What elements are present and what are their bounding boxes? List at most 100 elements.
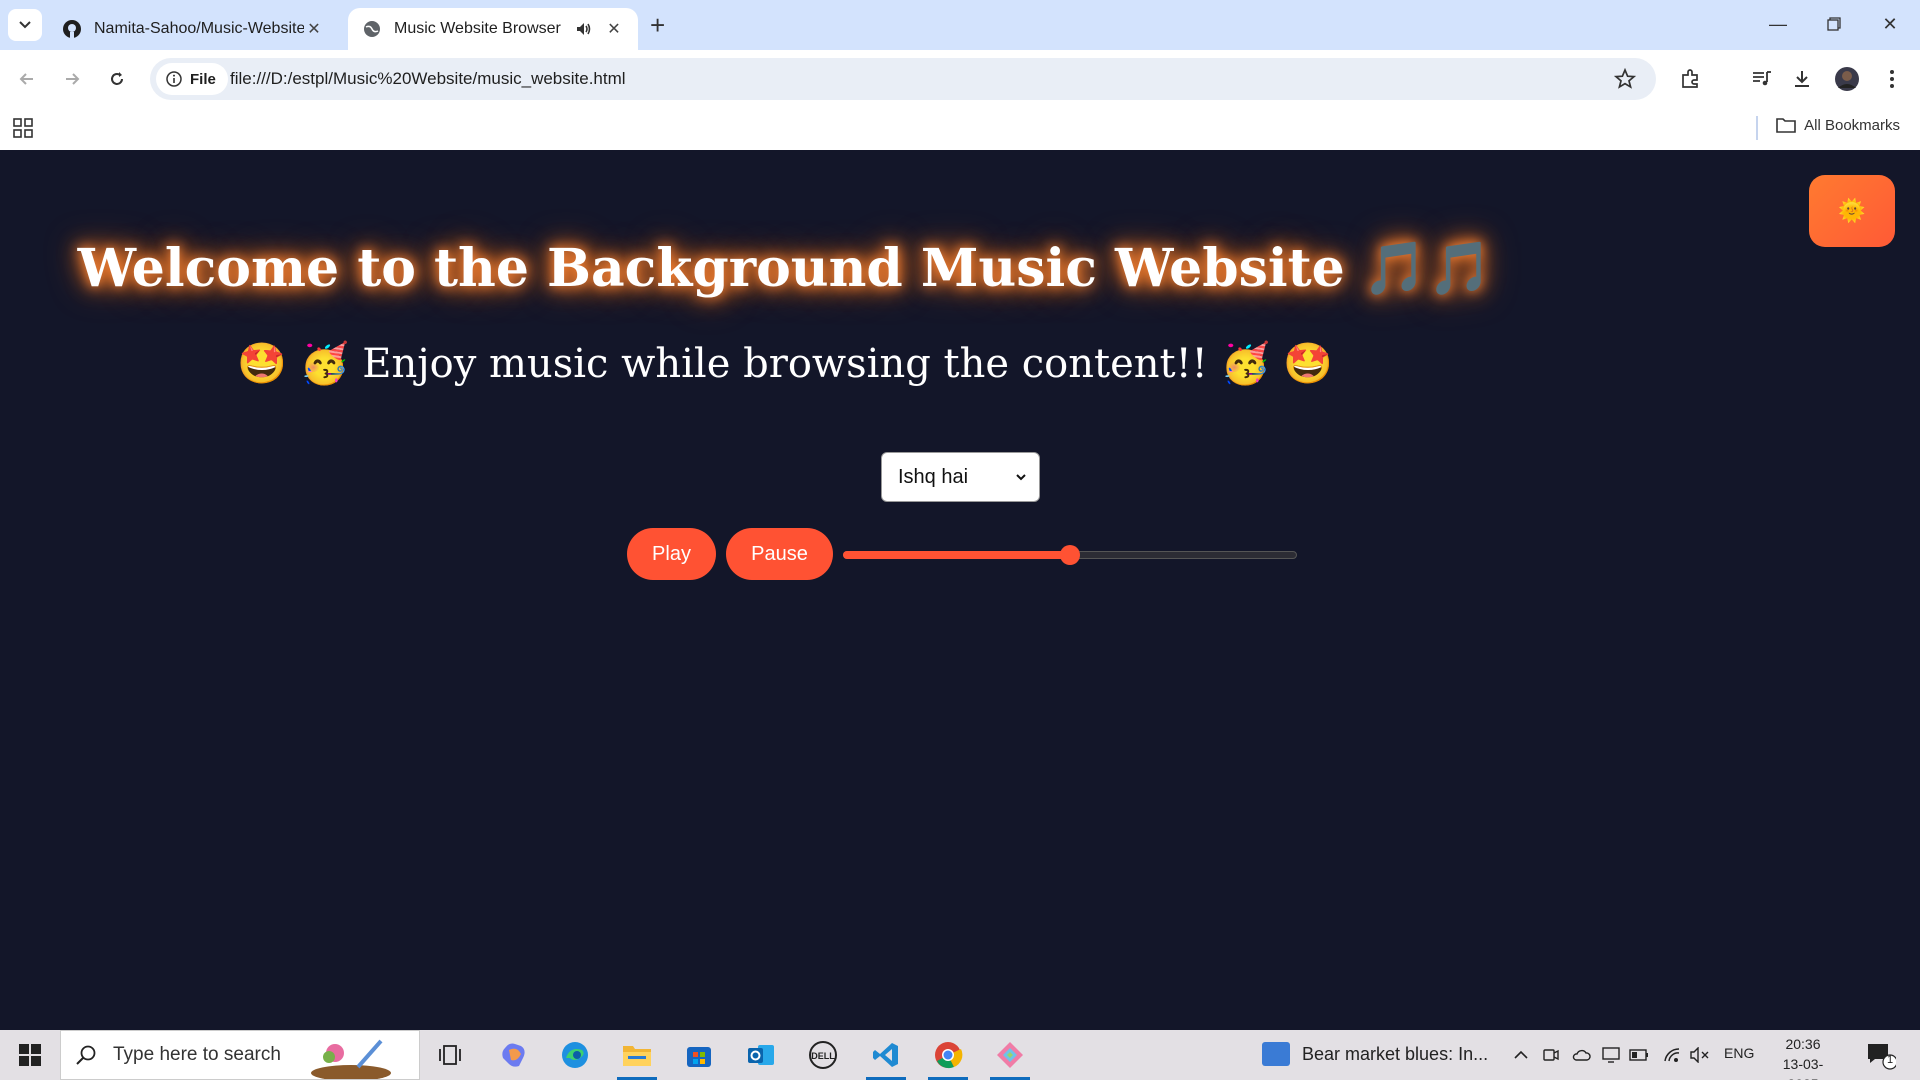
copilot-icon [502, 1043, 525, 1067]
audio-playing-icon[interactable] [574, 20, 594, 38]
notification-count: 1 [1886, 1054, 1894, 1066]
browser-toolbar: File file:///D:/estpl/Music%20Website/mu… [0, 50, 1920, 108]
sun-icon: 🌞 [1838, 198, 1866, 223]
reload-icon [111, 72, 123, 85]
tab-title: Namita-Sahoo/Music-Website [94, 20, 304, 37]
diamond-app-icon [997, 1042, 1023, 1068]
song-select-value: Ishq hai [898, 465, 969, 488]
globe-icon [364, 21, 380, 37]
arrow-left-icon [19, 73, 33, 85]
windows-logo-icon [19, 1044, 41, 1066]
tab-search-button[interactable] [8, 9, 42, 41]
news-chart-icon [1262, 1042, 1290, 1066]
play-button[interactable]: Play [627, 528, 716, 580]
restore-icon [1827, 17, 1841, 31]
vscode-app[interactable] [864, 1037, 908, 1080]
dell-app[interactable]: DELL [801, 1037, 845, 1073]
store-icon [687, 1047, 711, 1067]
bookmarks-separator [1756, 116, 1758, 140]
windows-taskbar: Type here to search DELL Bear market blu… [0, 1030, 1920, 1080]
chevron-down-icon [19, 21, 31, 29]
svg-text:DELL: DELL [811, 1051, 835, 1061]
restore-button[interactable] [1806, 8, 1862, 40]
arrow-right-icon [66, 73, 80, 85]
page-title: Welcome to the Background Music Website … [77, 238, 1493, 299]
start-button[interactable] [0, 1030, 60, 1080]
close-window-button[interactable]: ✕ [1862, 8, 1918, 40]
address-bar[interactable]: File file:///D:/estpl/Music%20Website/mu… [150, 58, 1656, 100]
input-language[interactable]: ENG [1724, 1045, 1754, 1061]
battery-icon[interactable] [1628, 1044, 1650, 1066]
media-controls-button[interactable] [1748, 65, 1776, 93]
download-icon [1795, 71, 1809, 87]
extensions-button[interactable] [1677, 65, 1705, 93]
clock-date: 13-03-2025 [1782, 1056, 1824, 1080]
task-view-button[interactable] [428, 1037, 472, 1073]
close-tab-icon[interactable]: ✕ [304, 19, 324, 39]
chevron-up-icon [1514, 1050, 1528, 1059]
all-bookmarks-label: All Bookmarks [1804, 116, 1900, 134]
display-settings-icon[interactable] [1600, 1044, 1622, 1066]
search-placeholder: Type here to search [113, 1044, 281, 1065]
tab-github[interactable]: Namita-Sahoo/Music-Website ✕ [48, 8, 338, 50]
microsoft-store-app[interactable] [677, 1037, 721, 1073]
bookmark-star-icon[interactable] [1614, 68, 1636, 90]
chrome-icon [935, 1042, 963, 1069]
camera-icon [1543, 1049, 1559, 1061]
avatar-icon [1835, 67, 1859, 91]
copilot-app[interactable] [492, 1037, 536, 1073]
meet-now-icon[interactable] [1540, 1044, 1562, 1066]
puzzle-icon [1682, 69, 1698, 88]
player-controls: Play Pause [627, 528, 1297, 580]
page-subtitle: 🤩 🥳 Enjoy music while browsing the conte… [237, 341, 1333, 387]
chrome-app[interactable] [926, 1037, 970, 1080]
back-button[interactable] [12, 64, 42, 94]
battery-icon-shape [1629, 1049, 1648, 1061]
search-highlight-illustration [311, 1039, 391, 1079]
notification-center-button[interactable]: 1 [1866, 1042, 1898, 1070]
pause-button[interactable]: Pause [726, 528, 833, 580]
reload-button[interactable] [102, 64, 132, 94]
url-text[interactable]: file:///D:/estpl/Music%20Website/music_w… [230, 69, 626, 89]
system-clock[interactable]: 20:36 13-03-2025 [1768, 1034, 1838, 1080]
info-icon [166, 71, 182, 87]
downloads-button[interactable] [1788, 65, 1816, 93]
taskbar-search[interactable]: Type here to search [60, 1030, 420, 1080]
news-headline: Bear market blues: In... [1302, 1043, 1489, 1064]
site-info-chip[interactable]: File [156, 63, 228, 95]
profile-avatar[interactable] [1833, 65, 1861, 93]
minimize-button[interactable]: — [1750, 8, 1806, 40]
bookmarks-bar: All Bookmarks [0, 108, 1920, 150]
edge-app[interactable] [553, 1037, 597, 1073]
new-tab-button[interactable]: + [650, 11, 665, 39]
wifi-icon[interactable] [1661, 1044, 1683, 1066]
all-bookmarks-button[interactable]: All Bookmarks [1776, 116, 1900, 134]
wifi-icon-shape [1664, 1048, 1680, 1062]
cloud-icon [1572, 1049, 1591, 1061]
vscode-icon [873, 1043, 898, 1067]
github-icon [63, 20, 81, 38]
volume-slider[interactable] [843, 544, 1297, 565]
speaker-mute-icon [1690, 1047, 1709, 1063]
monitor-icon [1602, 1047, 1620, 1063]
news-widget[interactable]: Bear market blues: In... [1262, 1042, 1488, 1066]
outlook-icon [748, 1045, 774, 1065]
music-website-page: 🌞 Welcome to the Background Music Websit… [0, 150, 1920, 1030]
song-select[interactable]: Ishq hai [881, 452, 1040, 502]
apps-grid-icon[interactable] [13, 118, 33, 138]
browser-menu-button[interactable] [1878, 65, 1906, 93]
tab-strip: Namita-Sahoo/Music-Website ✕ Music Websi… [0, 0, 1920, 50]
file-explorer-app[interactable] [615, 1037, 659, 1080]
folder-icon [623, 1046, 651, 1066]
theme-toggle-button[interactable]: 🌞 [1809, 175, 1895, 247]
onedrive-icon[interactable] [1570, 1044, 1592, 1066]
volume-thumb[interactable] [1060, 545, 1080, 565]
queue-music-icon [1753, 71, 1771, 86]
show-hidden-icons-button[interactable] [1510, 1044, 1532, 1066]
close-tab-icon[interactable]: ✕ [604, 19, 624, 39]
forward-button[interactable] [57, 64, 87, 94]
volume-muted-icon[interactable] [1689, 1044, 1711, 1066]
outlook-app[interactable] [739, 1037, 783, 1073]
tab-music-website[interactable]: Music Website Browser ✕ [348, 8, 638, 50]
pinned-app[interactable] [988, 1037, 1032, 1080]
